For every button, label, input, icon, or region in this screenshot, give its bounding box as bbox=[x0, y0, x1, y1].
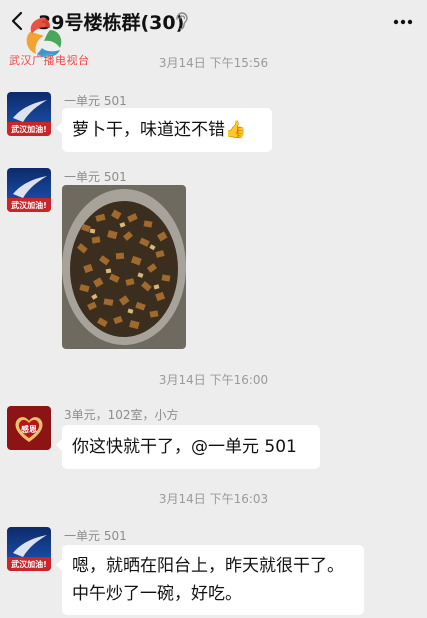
more-button[interactable] bbox=[388, 10, 418, 34]
message-text-line: 嗯，就晒在阳台上，昨天就很干了。 bbox=[72, 556, 344, 576]
avatar-wuhan-image: 武汉加油! bbox=[7, 527, 51, 571]
avatar[interactable]: 感恩 bbox=[7, 406, 51, 450]
message-bubble[interactable]: 嗯，就晒在阳台上，昨天就很干了。 中午炒了一碗，好吃。 bbox=[56, 545, 364, 615]
message-photo[interactable] bbox=[62, 185, 186, 349]
message-text-line: 中午炒了一碗，好吃。 bbox=[72, 584, 242, 604]
svg-text:感恩: 感恩 bbox=[21, 424, 37, 434]
timestamp: 3月14日 下午16:03 bbox=[158, 492, 269, 506]
avatar[interactable]: 武汉加油! bbox=[7, 92, 51, 136]
svg-text:武汉加油!: 武汉加油! bbox=[11, 200, 47, 210]
avatar-ganen-image: 感恩 bbox=[7, 406, 51, 450]
sender-name: 一单元 501 bbox=[64, 170, 127, 184]
svg-text:武汉加油!: 武汉加油! bbox=[11, 559, 47, 569]
photo-radish-bowl bbox=[62, 185, 186, 349]
avatar[interactable]: 武汉加油! bbox=[7, 527, 51, 571]
avatar-wuhan-image: 武汉加油! bbox=[7, 168, 51, 212]
timestamp: 3月14日 下午16:00 bbox=[158, 373, 269, 387]
sender-name: 一单元 501 bbox=[64, 529, 127, 543]
sender-name: 一单元 501 bbox=[64, 94, 127, 108]
avatar-wuhan-image: 武汉加油! bbox=[7, 92, 51, 136]
sender-name: 3单元，102室，小方 bbox=[64, 408, 179, 422]
avatar[interactable]: 武汉加油! bbox=[7, 168, 51, 212]
svg-text:武汉加油!: 武汉加油! bbox=[11, 124, 47, 134]
more-icon bbox=[393, 19, 413, 25]
message-text: 你这快就干了，@一单元 501 bbox=[72, 437, 297, 457]
message-bubble[interactable]: 你这快就干了，@一单元 501 bbox=[56, 425, 320, 469]
thumbs-up-emoji: 👍 bbox=[225, 120, 247, 140]
timestamp: 3月14日 下午15:56 bbox=[158, 56, 269, 70]
message-bubble[interactable]: 萝卜干，味道还不错👍 bbox=[56, 108, 272, 152]
message-text: 萝卜干，味道还不错 bbox=[72, 120, 225, 140]
ear-icon bbox=[176, 12, 188, 30]
